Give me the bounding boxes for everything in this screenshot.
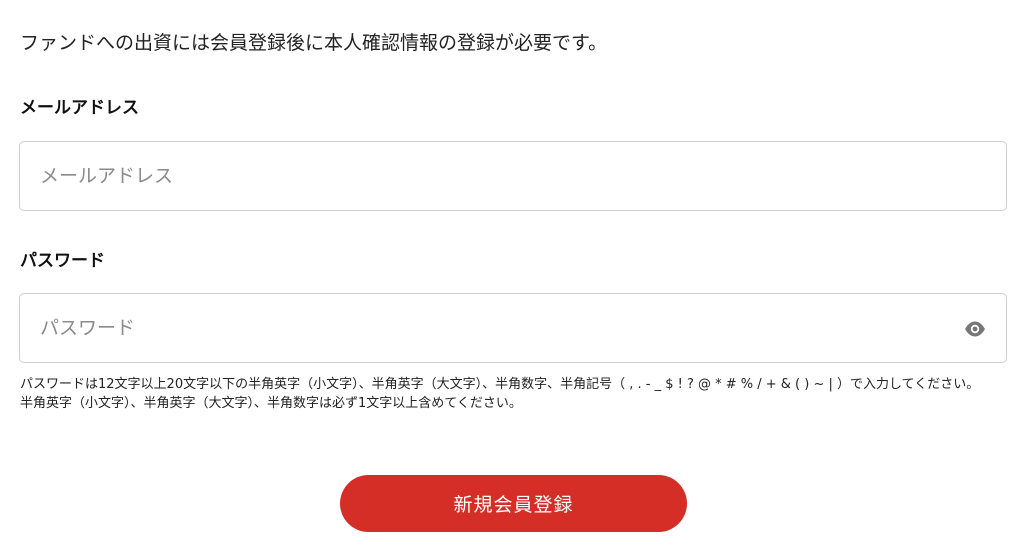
password-field[interactable] [20, 294, 1006, 362]
password-help-line1: パスワードは12文字以上20文字以下の半角英字（小文字）、半角英字（大文字）、半… [20, 377, 980, 392]
email-field-container [19, 141, 1007, 211]
registration-form: ファンドへの出資には会員登録後に本人確認情報の登録が必要です。 メールアドレス … [0, 0, 1024, 547]
email-label: メールアドレス [20, 98, 139, 118]
password-field-container [19, 293, 1007, 363]
email-field[interactable] [20, 142, 1006, 210]
eye-icon[interactable] [964, 319, 986, 339]
register-button[interactable]: 新規会員登録 [340, 475, 687, 532]
password-help: パスワードは12文字以上20文字以下の半角英字（小文字）、半角英字（大文字）、半… [20, 375, 1010, 413]
password-label: パスワード [20, 251, 105, 271]
password-help-line2: 半角英字（小文字）、半角英字（大文字）、半角数字は必ず1文字以上含めてください。 [20, 396, 522, 411]
intro-text: ファンドへの出資には会員登録後に本人確認情報の登録が必要です。 [20, 32, 608, 54]
